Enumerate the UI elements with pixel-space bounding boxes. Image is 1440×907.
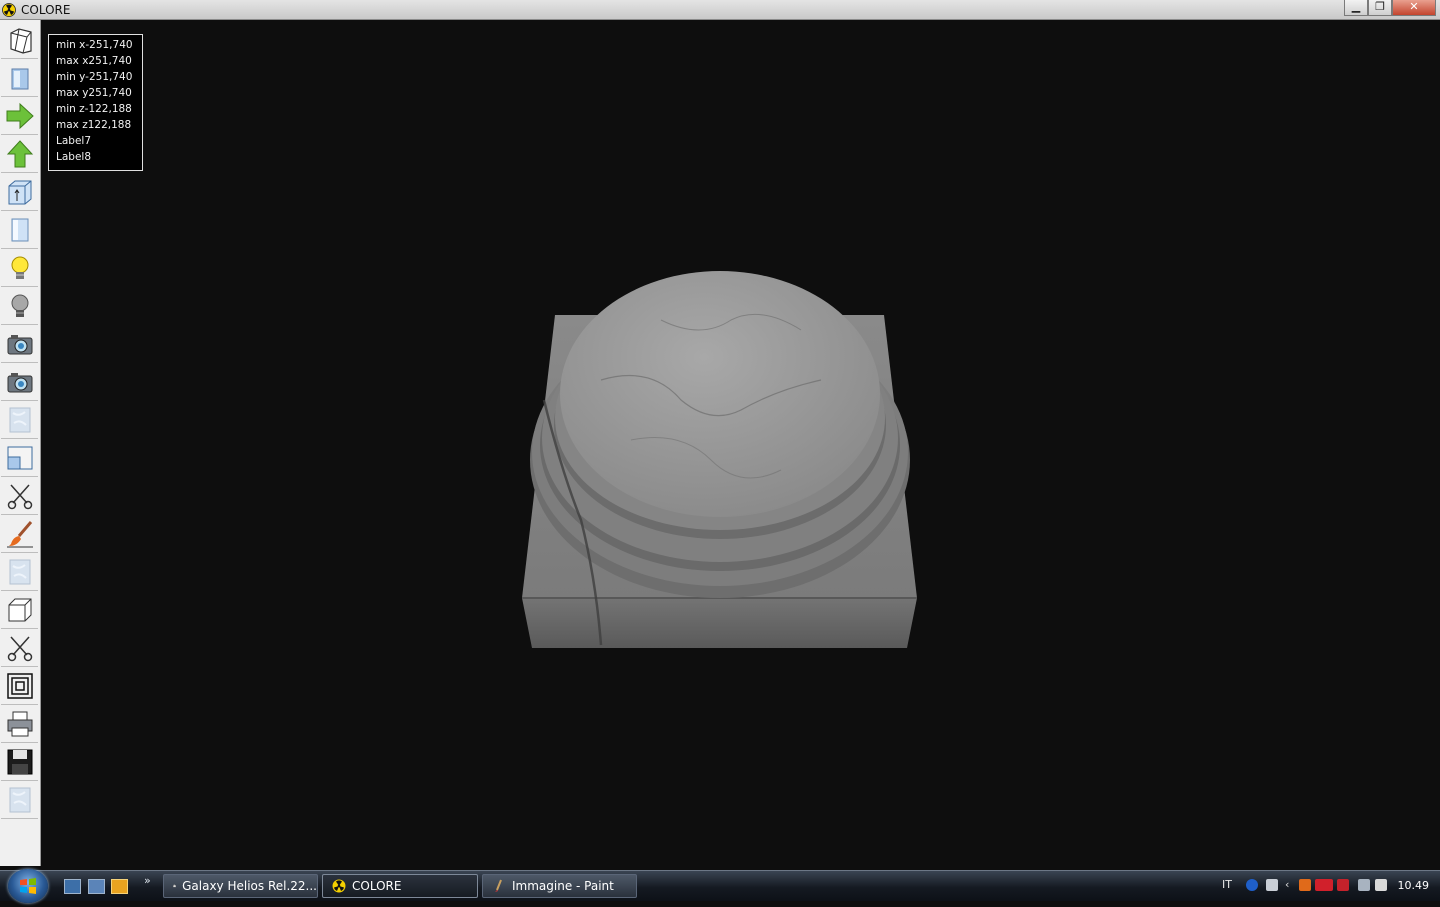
- texture-light-tool-button[interactable]: [1, 782, 38, 819]
- arrow-up-icon: [6, 140, 33, 168]
- light-on-icon: [11, 256, 28, 279]
- wireframe-icon: [9, 28, 32, 54]
- brush-icon: [6, 521, 33, 548]
- scissors-tool-button[interactable]: [1, 478, 38, 515]
- camera-alt-tool-button[interactable]: [1, 364, 38, 401]
- max-z-label: max z122,188: [56, 119, 132, 131]
- texture-light-icon: [9, 787, 30, 813]
- floppy-save-icon: [7, 749, 32, 775]
- language-indicator[interactable]: IT: [1222, 878, 1232, 891]
- clock[interactable]: 10.49: [1398, 879, 1430, 892]
- light-off-icon: [11, 294, 28, 317]
- paint-icon: [495, 879, 502, 892]
- taskbar-item-label: Immagine - Paint: [512, 879, 614, 893]
- camera-tool-button[interactable]: [1, 326, 38, 363]
- wireframe-tool-button[interactable]: [1, 22, 38, 59]
- taskbar: » Galaxy Helios Rel.22... COLORE Immagin…: [0, 869, 1440, 903]
- printer-tool-button[interactable]: [1, 706, 38, 743]
- show-desktop-icon[interactable]: [64, 879, 81, 894]
- window-split-icon: [7, 446, 32, 470]
- system-tray: IT ‹ 10.49: [1210, 871, 1440, 901]
- network-icon[interactable]: [1266, 879, 1278, 891]
- taskbar-item-galaxy-helios[interactable]: Galaxy Helios Rel.22...: [163, 874, 318, 898]
- printer-icon: [7, 711, 32, 737]
- flash-tray-icon[interactable]: [1299, 879, 1311, 891]
- 3d-viewport[interactable]: min x-251,740 max x251,740 min y-251,740…: [41, 20, 1440, 870]
- explorer-icon: [173, 884, 176, 888]
- label8: Label8: [56, 151, 92, 163]
- chevron-left-icon[interactable]: ‹: [1285, 879, 1297, 891]
- layers-icon: [6, 673, 33, 699]
- left-toolbar: [0, 20, 41, 866]
- arrow-right-tool-button[interactable]: [1, 98, 38, 135]
- min-y-label: min y-251,740: [56, 71, 133, 83]
- layers-tool-button[interactable]: [1, 668, 38, 705]
- arrow-up-tool-button[interactable]: [1, 136, 38, 173]
- restore-button[interactable]: ❐: [1368, 0, 1392, 16]
- volume-icon[interactable]: [1375, 879, 1387, 891]
- marble-column-base-model: [522, 271, 917, 648]
- minimize-button[interactable]: ▁: [1344, 0, 1368, 16]
- start-button[interactable]: [8, 869, 48, 903]
- quick-launch-more-button[interactable]: »: [144, 874, 151, 887]
- texture-tool-button[interactable]: [1, 402, 38, 439]
- model-extents-panel: min x-251,740 max x251,740 min y-251,740…: [48, 34, 143, 171]
- light-off-tool-button[interactable]: [1, 288, 38, 325]
- media-player-icon[interactable]: [111, 879, 128, 894]
- taskbar-item-label: COLORE: [352, 879, 402, 893]
- cube-icon: [8, 598, 31, 622]
- window-controls: ▁ ❐ ✕: [1344, 0, 1436, 16]
- texture-alt-icon: [9, 559, 30, 585]
- window-split-tool-button[interactable]: [1, 440, 38, 477]
- box-axis-tool-button[interactable]: [1, 174, 38, 211]
- colore-app-icon: [332, 879, 346, 893]
- texture-icon: [9, 407, 30, 433]
- min-x-label: min x-251,740: [56, 39, 133, 51]
- taskbar-item-label: Galaxy Helios Rel.22...: [182, 879, 317, 893]
- min-z-label: min z-122,188: [56, 103, 132, 115]
- taskbar-item-paint[interactable]: Immagine - Paint: [482, 874, 637, 898]
- scissors-icon: [7, 484, 32, 510]
- shaded-box-icon: [11, 68, 28, 90]
- security-tray-icon[interactable]: [1337, 879, 1349, 891]
- scissors-alt-icon: [7, 636, 32, 662]
- camera-icon: [7, 335, 32, 355]
- camera-alt-icon: [7, 373, 32, 393]
- radiation-app-icon: [2, 2, 16, 17]
- max-y-label: max y251,740: [56, 87, 132, 99]
- window-title: COLORE: [21, 2, 71, 17]
- cylinder-tool-button[interactable]: [1, 212, 38, 249]
- scissors-alt-tool-button[interactable]: [1, 630, 38, 667]
- switch-windows-icon[interactable]: [88, 879, 105, 894]
- help-icon[interactable]: [1246, 879, 1258, 891]
- windows-logo-icon: [20, 878, 36, 894]
- cube-tool-button[interactable]: [1, 592, 38, 629]
- arrow-right-icon: [6, 102, 34, 130]
- title-bar: COLORE ▁ ❐ ✕: [0, 0, 1440, 20]
- max-x-label: max x251,740: [56, 55, 132, 67]
- save-tool-button[interactable]: [1, 744, 38, 781]
- cylinder-icon: [11, 218, 28, 242]
- box-axis-icon: [8, 180, 31, 205]
- taskbar-item-colore[interactable]: COLORE: [322, 874, 478, 898]
- close-button[interactable]: ✕: [1392, 0, 1436, 16]
- ati-tray-icon[interactable]: [1315, 879, 1333, 891]
- texture-alt-tool-button[interactable]: [1, 554, 38, 591]
- brush-tool-button[interactable]: [1, 516, 38, 553]
- label7: Label7: [56, 135, 92, 147]
- light-on-tool-button[interactable]: [1, 250, 38, 287]
- display-tray-icon[interactable]: [1358, 879, 1370, 891]
- shaded-box-tool-button[interactable]: [1, 60, 38, 97]
